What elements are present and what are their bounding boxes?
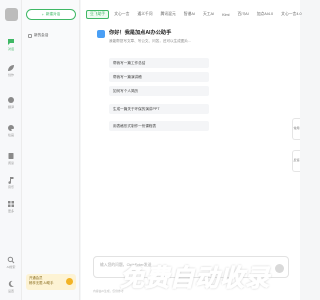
palette-icon xyxy=(7,124,15,132)
tab-model-5[interactable]: 智谱AI xyxy=(181,10,198,19)
rail-item-read[interactable]: 阅读 xyxy=(0,152,22,172)
side-tool-common[interactable]: 常用 xyxy=(292,118,300,140)
leaf-icon xyxy=(7,64,15,72)
bot-greeting: 你好！我是加点AI办公助手 xyxy=(109,30,172,36)
tab-model-7[interactable]: Kimi xyxy=(219,10,232,19)
left-nav-rail: 对话 创作 翻译 绘画 阅读 音乐 更多 AI搜索 设置 xyxy=(0,0,22,300)
bot-welcome-message: 你好！我是加点AI办公助手 我能帮您写文章、写公文、问答，还可以生成图片... … xyxy=(109,29,209,135)
tab-model-9[interactable]: 加点AI4.0 xyxy=(254,10,276,19)
tab-model-6[interactable]: 天工AI xyxy=(200,10,217,19)
conversation-item[interactable]: 新的会话 xyxy=(28,33,48,38)
rail-item-label: 阅读 xyxy=(7,161,14,165)
music-icon xyxy=(7,176,15,184)
tab-model-10[interactable]: 文心一言4.0 xyxy=(278,10,304,19)
conversation-item-label: 新的会话 xyxy=(34,33,49,37)
rail-item-label: AI搜索 xyxy=(6,265,16,269)
member-promo-banner[interactable]: 开通会员 畅享无限 AI助手 xyxy=(26,274,76,290)
model-tabs: 豆飞助手 文心一言 通义千问 腾讯混元 智谱AI 天工AI Kimi 百川AI … xyxy=(86,10,305,19)
rail-item-label: 设置 xyxy=(7,289,14,293)
rail-item-label: 翻译 xyxy=(7,105,14,109)
conversation-panel: + 新建对话 新的会话 开通会员 畅享无限 AI助手 xyxy=(22,0,80,300)
tab-model-3[interactable]: 通义千问 xyxy=(134,10,155,19)
new-chat-label: 新建对话 xyxy=(45,12,61,16)
tab-model-8[interactable]: 百川AI xyxy=(235,10,252,19)
tab-model-2[interactable]: 文心一言 xyxy=(111,10,132,19)
tab-model-1[interactable]: 豆飞助手 xyxy=(86,10,110,19)
rail-item-label: 音乐 xyxy=(7,185,14,189)
rail-item-chat[interactable]: 对话 xyxy=(0,38,22,58)
app-logo xyxy=(5,8,18,21)
rail-item-paint[interactable]: 绘画 xyxy=(0,124,22,144)
crown-icon xyxy=(66,278,73,285)
app-window: 对话 创作 翻译 绘画 阅读 音乐 更多 AI搜索 设置 + 新建对话 新的会话… xyxy=(0,0,302,300)
bot-avatar xyxy=(97,30,105,38)
suggestion-item[interactable]: 帮我写一篇演讲稿 xyxy=(109,72,209,82)
translate-icon xyxy=(7,96,15,104)
rail-item-search[interactable]: AI搜索 xyxy=(0,256,22,276)
rail-item-label: 绘画 xyxy=(7,133,14,137)
rail-item-label: 更多 xyxy=(7,209,14,213)
moon-icon xyxy=(7,280,15,288)
search-icon xyxy=(7,256,15,264)
send-button[interactable] xyxy=(275,264,284,273)
rail-item-create[interactable]: 创作 xyxy=(0,64,22,84)
new-chat-button[interactable]: + 新建对话 xyxy=(26,9,76,20)
grid-icon xyxy=(7,200,15,208)
watermark-text: 免费自动收录 xyxy=(120,265,270,293)
bot-intro: 我能帮您写文章、写公文、问答，还可以生成图片... xyxy=(109,39,192,43)
suggestion-item[interactable]: 用表格形式制作一份课程表 xyxy=(109,121,209,131)
rail-item-settings[interactable]: 设置 xyxy=(0,280,22,300)
suggestion-item[interactable]: 如何写个人简历 xyxy=(109,86,209,96)
chat-icon xyxy=(7,38,15,46)
tab-model-4[interactable]: 腾讯混元 xyxy=(158,10,179,19)
side-tool-feedback[interactable]: 反馈 xyxy=(292,150,300,172)
rail-item-more[interactable]: 更多 xyxy=(0,200,22,220)
suggestion-item[interactable]: 帮我写一篇工作总结 xyxy=(109,58,209,68)
rail-item-label: 创作 xyxy=(7,73,14,77)
main-chat-area: 豆飞助手 文心一言 通义千问 腾讯混元 智谱AI 天工AI Kimi 百川AI … xyxy=(81,0,302,300)
rail-item-translate[interactable]: 翻译 xyxy=(0,96,22,116)
rail-item-label: 对话 xyxy=(7,47,14,51)
suggestion-item[interactable]: 生成一篇关于环保的演讲PPT xyxy=(109,104,209,114)
chat-bubble-icon xyxy=(28,33,32,38)
plus-icon: + xyxy=(41,12,44,17)
book-icon xyxy=(7,152,15,160)
rail-item-music[interactable]: 音乐 xyxy=(0,176,22,196)
